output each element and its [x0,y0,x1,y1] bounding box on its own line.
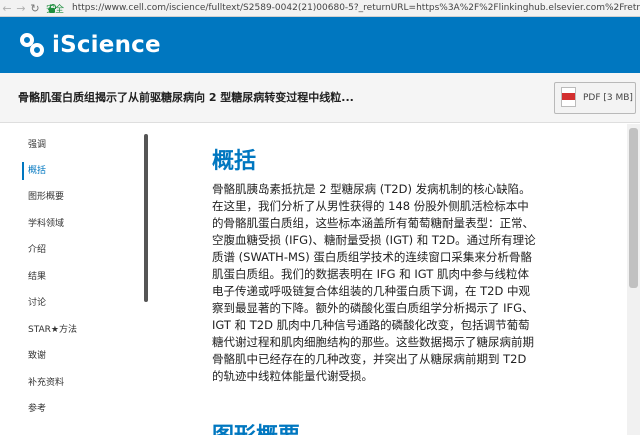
article-title: 骨骼肌蛋白质组揭示了从前驱糖尿病向 2 型糖尿病转变过程中线粒... [18,91,354,104]
sidebar-item-acknowledgments[interactable]: 致谢 [22,347,132,365]
page-scrollbar-thumb[interactable] [629,128,638,288]
article-body: 概括 骨骼肌胰岛素抵抗是 2 型糖尿病 (T2D) 发病机制的核心缺陷。在这里，… [212,124,557,435]
sidebar-item-introduction[interactable]: 介绍 [22,241,132,259]
sidebar-item-references[interactable]: 参考 [22,400,132,418]
sidebar-item-highlights[interactable]: 强调 [22,136,132,154]
sidebar-item-star-methods[interactable]: STAR★方法 [22,321,132,339]
pdf-button-label: PDF [3 MB] [583,93,633,103]
reload-icon[interactable]: ↻ [28,0,42,17]
forward-arrow-icon[interactable]: → [14,0,28,17]
sidebar-item-results[interactable]: 结果 [22,268,132,286]
sidebar-scrollbar[interactable] [144,134,148,302]
article-outline-sidebar: 强调 概括 图形概要 学科领域 介绍 结果 讨论 STAR★方法 致谢 补充资料… [0,124,150,435]
sidebar-item-discussion[interactable]: 讨论 [22,294,132,312]
browser-toolbar: ← → ↻ 安全 https://www.cell.com/iscience/f… [0,0,640,17]
sidebar-item-supplemental[interactable]: 补充资料 [22,374,132,392]
address-bar[interactable]: 安全 https://www.cell.com/iscience/fulltex… [46,1,640,16]
sidebar-item-subject-areas[interactable]: 学科领域 [22,215,132,233]
sidebar-item-graphical-abstract[interactable]: 图形概要 [22,188,132,206]
article-title-bar: 骨骼肌蛋白质组揭示了从前驱糖尿病向 2 型糖尿病转变过程中线粒... [0,73,640,123]
site-header: iScience [0,17,640,73]
graphical-abstract-heading: 图形概要 [212,418,300,435]
url-text[interactable]: https://www.cell.com/iscience/fulltext/S… [72,3,640,13]
summary-text: 骨骼肌胰岛素抵抗是 2 型糖尿病 (T2D) 发病机制的核心缺陷。在这里，我们分… [212,182,536,383]
download-pdf-button[interactable]: PDF [3 MB] [554,82,636,114]
brand-name: iScience [52,32,161,58]
iscience-logo[interactable]: iScience [20,32,161,58]
back-arrow-icon[interactable]: ← [0,0,14,17]
summary-heading: 概括 [212,149,257,174]
iscience-logo-icon [20,33,44,57]
sidebar-item-summary[interactable]: 概括 [22,162,132,180]
pdf-file-icon [560,87,578,109]
